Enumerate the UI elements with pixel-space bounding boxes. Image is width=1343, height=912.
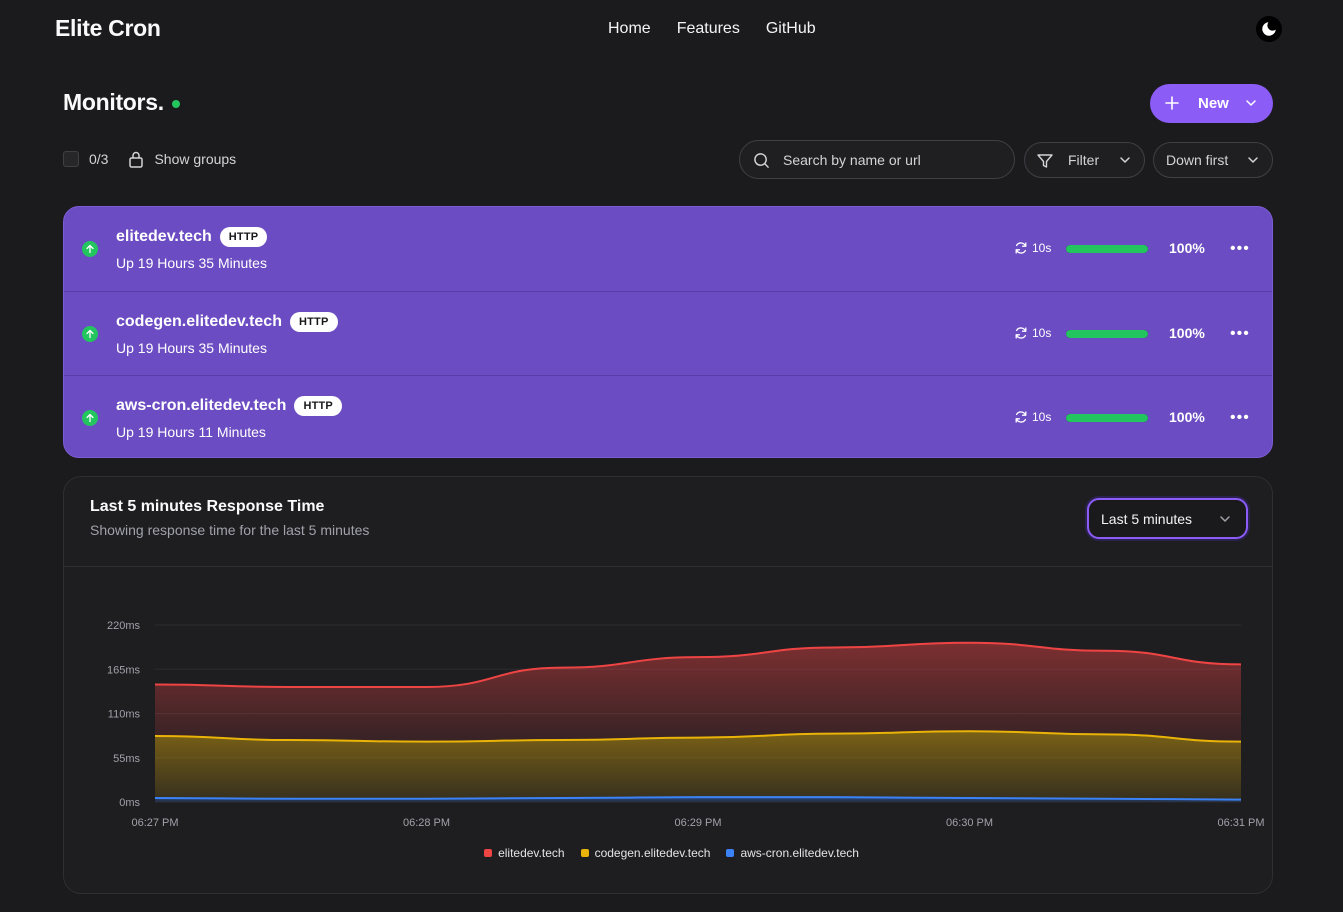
y-axis-ticks: 0ms 55ms 110ms 165ms 220ms bbox=[107, 620, 141, 809]
y-tick-label: 55ms bbox=[113, 753, 140, 765]
legend-item[interactable]: aws-cron.elitedev.tech bbox=[726, 846, 859, 860]
x-tick-label: 06:30 PM bbox=[946, 817, 993, 829]
response-time-chart: 0ms55ms110ms165ms220ms 06:27 PM 06:28 PM 0… bbox=[107, 620, 1265, 829]
x-tick-label: 06:29 PM bbox=[674, 817, 721, 829]
legend-label: codegen.elitedev.tech bbox=[594, 846, 711, 860]
chart-legend: elitedev.tech codegen.elitedev.tech aws-cr… bbox=[0, 846, 1343, 860]
legend-swatch bbox=[484, 849, 493, 857]
legend-swatch bbox=[726, 849, 735, 857]
y-tick-label: 220ms bbox=[107, 620, 141, 632]
y-tick-label: 110ms bbox=[108, 709, 141, 721]
x-tick-label: 06:28 PM bbox=[403, 817, 450, 829]
legend-item[interactable]: elitedev.tech bbox=[484, 846, 565, 860]
x-tick-label: 06:31 PM bbox=[1217, 817, 1264, 829]
x-axis-ticks: 06:27 PM 06:28 PM 06:29 PM 06:30 PM 06:31 PM bbox=[131, 817, 1264, 829]
legend-label: elitedev.tech bbox=[498, 846, 565, 860]
legend-swatch bbox=[580, 849, 589, 857]
legend-item[interactable]: codegen.elitedev.tech bbox=[580, 846, 711, 860]
y-tick-label: 0ms bbox=[119, 797, 140, 809]
chart-areas bbox=[154, 641, 1242, 802]
series-area bbox=[155, 731, 1241, 800]
y-tick-label: 165ms bbox=[107, 664, 141, 676]
x-tick-label: 06:27 PM bbox=[131, 817, 178, 829]
legend-label: aws-cron.elitedev.tech bbox=[740, 846, 859, 860]
